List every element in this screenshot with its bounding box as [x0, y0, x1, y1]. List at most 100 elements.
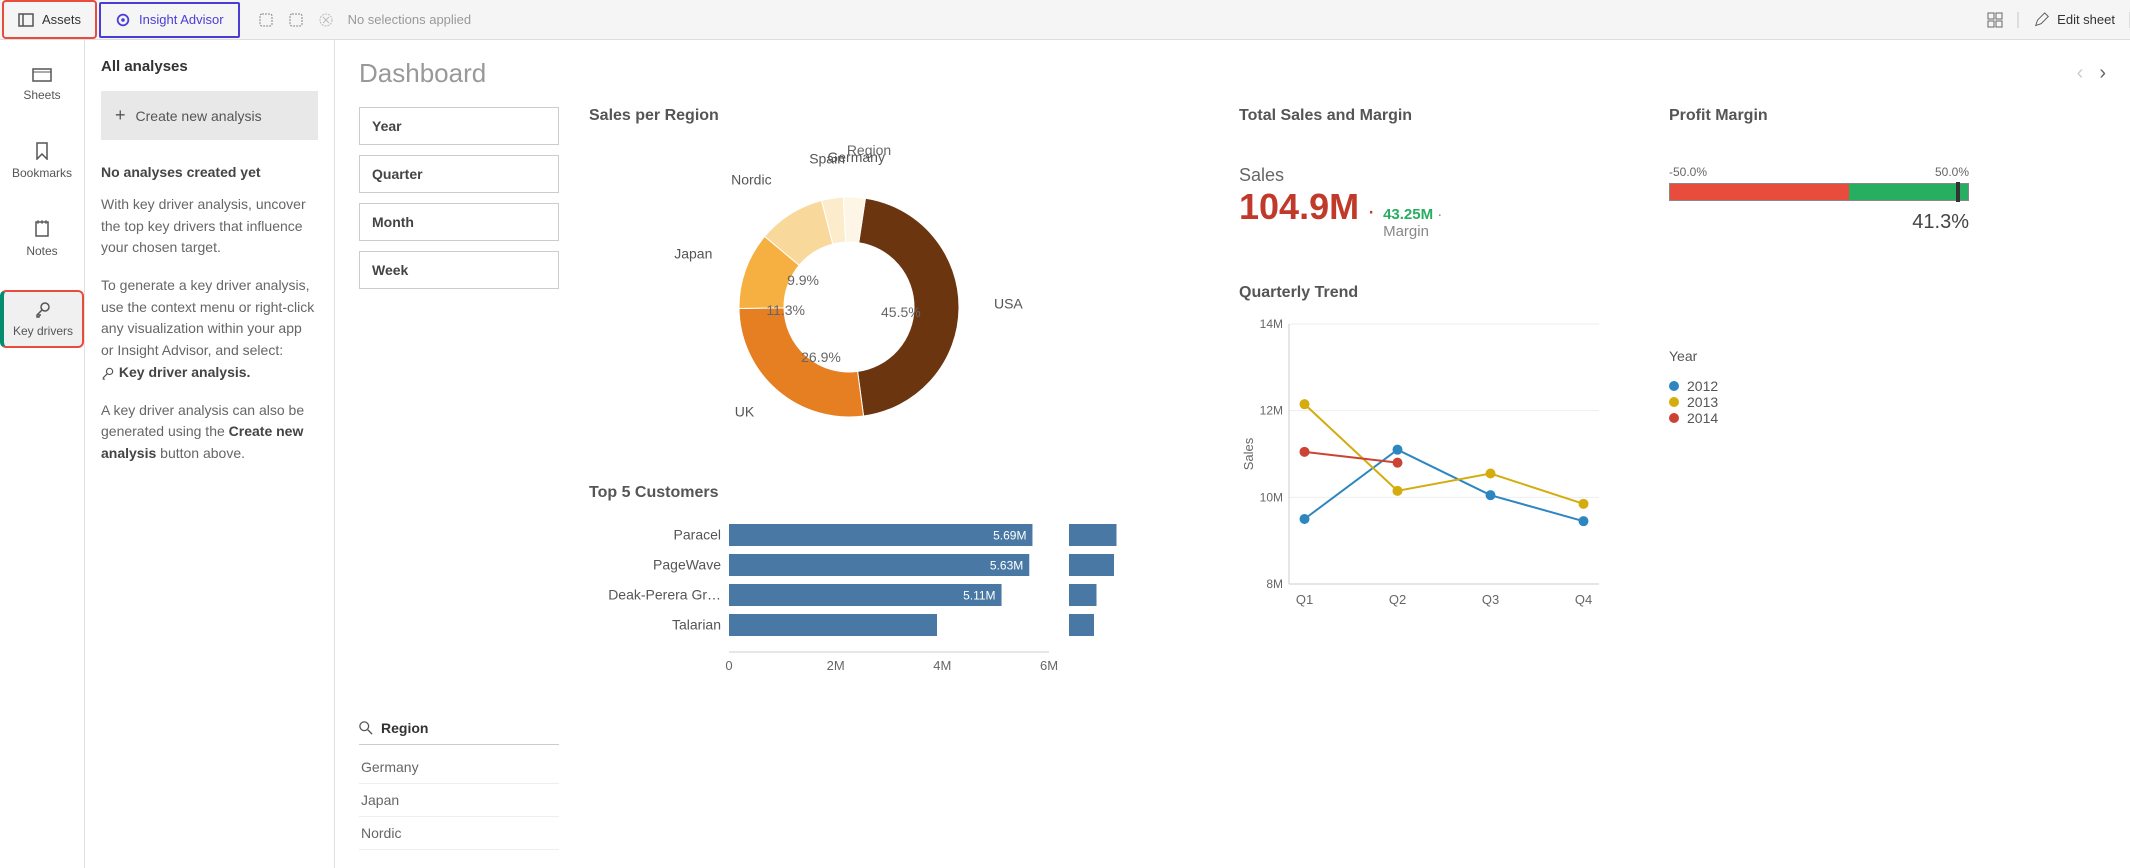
notes-icon	[34, 220, 50, 238]
svg-text:10M: 10M	[1260, 490, 1283, 504]
legend-dot	[1669, 413, 1679, 423]
svg-text:9.9%: 9.9%	[787, 272, 819, 288]
svg-text:0: 0	[725, 658, 732, 673]
svg-text:Nordic: Nordic	[731, 171, 771, 187]
svg-text:Q4: Q4	[1575, 592, 1592, 607]
top-customers-chart[interactable]: Paracel 5.69M PageWave 5.63M Deak-Perera Gr……	[589, 514, 1149, 694]
page-title: Dashboard	[359, 58, 486, 89]
svg-text:12M: 12M	[1260, 404, 1283, 418]
svg-text:Q3: Q3	[1482, 592, 1499, 607]
svg-text:USA: USA	[994, 295, 1023, 311]
chart-title-donut: Sales per Region	[589, 107, 1209, 125]
svg-text:Japan: Japan	[674, 245, 712, 261]
selection-back-icon[interactable]	[258, 12, 274, 28]
chart-title-bars: Top 5 Customers	[589, 484, 1209, 502]
quarterly-trend-chart[interactable]: 8M 10M 12M 14M Q1 Q2 Q3 Q4 Sales	[1239, 314, 1619, 614]
plus-icon: +	[115, 105, 126, 126]
key-drivers-icon	[101, 366, 115, 380]
gauge-max: 50.0%	[1935, 165, 1969, 179]
svg-text:PageWave: PageWave	[653, 556, 721, 572]
svg-text:Q2: Q2	[1389, 592, 1406, 607]
svg-text:11.3%: 11.3%	[766, 302, 805, 318]
sheets-icon	[32, 66, 52, 82]
kpi-title: Total Sales and Margin	[1239, 107, 1639, 125]
next-sheet-button[interactable]: ›	[2099, 62, 2106, 85]
profit-margin-gauge[interactable]	[1669, 183, 1969, 201]
selections-toolbar: No selections applied	[244, 12, 486, 28]
assets-button[interactable]: Assets	[2, 0, 97, 39]
filter-year[interactable]: Year	[359, 107, 559, 145]
svg-text:UK: UK	[735, 404, 755, 420]
kpi-label: Sales	[1239, 165, 1639, 186]
svg-text:14M: 14M	[1260, 317, 1283, 331]
legend-item[interactable]: 2012	[1669, 378, 1969, 394]
rail-sheets[interactable]: Sheets	[0, 58, 84, 110]
kpi-value: 104.9M	[1239, 186, 1359, 228]
svg-text:4M: 4M	[933, 658, 951, 673]
svg-text:Deak-Perera Gr…: Deak-Perera Gr…	[608, 586, 721, 602]
kpi-margin-value: 43.25M	[1383, 206, 1433, 223]
search-icon	[359, 721, 373, 735]
rail-notes[interactable]: Notes	[0, 212, 84, 266]
insight-icon	[115, 12, 131, 28]
svg-text:26.9%: 26.9%	[801, 349, 841, 365]
prev-sheet-button[interactable]: ‹	[2077, 62, 2084, 85]
region-filter: Region GermanyJapanNordic	[359, 720, 559, 850]
edit-sheet-label: Edit sheet	[2057, 12, 2115, 27]
region-item[interactable]: Nordic	[359, 817, 559, 850]
svg-text:5.63M: 5.63M	[990, 558, 1023, 572]
legend-item[interactable]: 2013	[1669, 394, 1969, 410]
svg-text:6M: 6M	[1040, 658, 1058, 673]
panel-heading: No analyses created yet	[101, 164, 318, 180]
svg-text:Paracel: Paracel	[674, 526, 721, 542]
svg-text:5.69M: 5.69M	[993, 528, 1026, 542]
filter-quarter[interactable]: Quarter	[359, 155, 559, 193]
assets-label: Assets	[42, 12, 81, 27]
svg-text:Sales: Sales	[1241, 437, 1256, 470]
kpi-margin-label: Margin	[1383, 223, 1429, 240]
svg-text:Germany: Germany	[827, 149, 885, 165]
legend-item[interactable]: 2014	[1669, 410, 1969, 426]
assets-icon	[18, 12, 34, 28]
toolbar: Assets Insight Advisor No selections app…	[0, 0, 2130, 40]
pencil-icon	[2033, 12, 2049, 28]
filter-month[interactable]: Month	[359, 203, 559, 241]
svg-text:Talarian: Talarian	[672, 616, 721, 632]
gauge-title: Profit Margin	[1669, 107, 1969, 125]
layout-icon-button[interactable]	[1973, 12, 2018, 28]
trend-legend: Year 201220132014	[1669, 348, 1969, 426]
svg-text:Q1: Q1	[1296, 592, 1313, 607]
rail-bookmarks[interactable]: Bookmarks	[0, 134, 84, 188]
svg-text:5.11M: 5.11M	[963, 588, 995, 602]
region-item[interactable]: Japan	[359, 784, 559, 817]
gauge-value: 41.3%	[1669, 211, 1969, 234]
bookmark-icon	[35, 142, 49, 160]
legend-dot	[1669, 381, 1679, 391]
insight-advisor-button[interactable]: Insight Advisor	[99, 2, 240, 38]
sales-per-region-chart[interactable]: RegionUSAUKJapanNordicSpainGermany45.5%2…	[589, 137, 1149, 457]
panel-text-1: With key driver analysis, uncover the to…	[101, 194, 318, 259]
gauge-min: -50.0%	[1669, 165, 1707, 179]
left-rail: Sheets Bookmarks Notes Key drivers	[0, 40, 85, 868]
legend-dot	[1669, 397, 1679, 407]
region-filter-header[interactable]: Region	[359, 720, 559, 745]
svg-text:2M: 2M	[827, 658, 845, 673]
dashboard-content: Dashboard ‹ › Year Quarter Month Week Re…	[335, 40, 2130, 868]
region-item[interactable]: Germany	[359, 751, 559, 784]
svg-text:45.5%: 45.5%	[881, 304, 921, 320]
rail-key-drivers[interactable]: Key drivers	[0, 290, 84, 348]
filter-week[interactable]: Week	[359, 251, 559, 289]
no-selections-label: No selections applied	[348, 12, 472, 27]
svg-text:8M: 8M	[1266, 577, 1283, 591]
insight-label: Insight Advisor	[139, 12, 224, 27]
panel-text-3: A key driver analysis can also be genera…	[101, 400, 318, 465]
analyses-panel: All analyses + Create new analysis No an…	[85, 40, 335, 868]
selection-clear-icon[interactable]	[318, 12, 334, 28]
selection-forward-icon[interactable]	[288, 12, 304, 28]
key-drivers-icon	[34, 300, 52, 318]
edit-sheet-button[interactable]: Edit sheet	[2018, 12, 2130, 28]
create-analysis-button[interactable]: + Create new analysis	[101, 91, 318, 140]
panel-text-2: To generate a key driver analysis, use t…	[101, 275, 318, 383]
panel-title: All analyses	[101, 58, 318, 75]
trend-title: Quarterly Trend	[1239, 284, 1639, 302]
